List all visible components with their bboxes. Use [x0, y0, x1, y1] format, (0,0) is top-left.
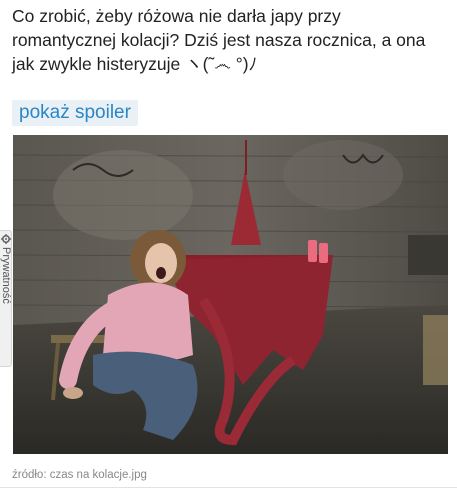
entry-body-text: Co zrobić, żeby różowa nie darła japy pr…: [12, 6, 426, 74]
privacy-tab-label: Prywatność: [0, 247, 12, 304]
embedded-image[interactable]: [13, 135, 448, 454]
divider: [0, 487, 457, 488]
entry-page: Co zrobić, żeby różowa nie darła japy pr…: [0, 0, 457, 489]
show-spoiler-button[interactable]: pokaż spoiler: [12, 100, 138, 126]
image-source-caption: źródło: czas na kolacje.jpg: [12, 469, 147, 481]
photo-illustration: [13, 135, 448, 454]
gear-icon: [1, 234, 11, 244]
privacy-settings-tab[interactable]: Prywatność: [0, 230, 12, 367]
